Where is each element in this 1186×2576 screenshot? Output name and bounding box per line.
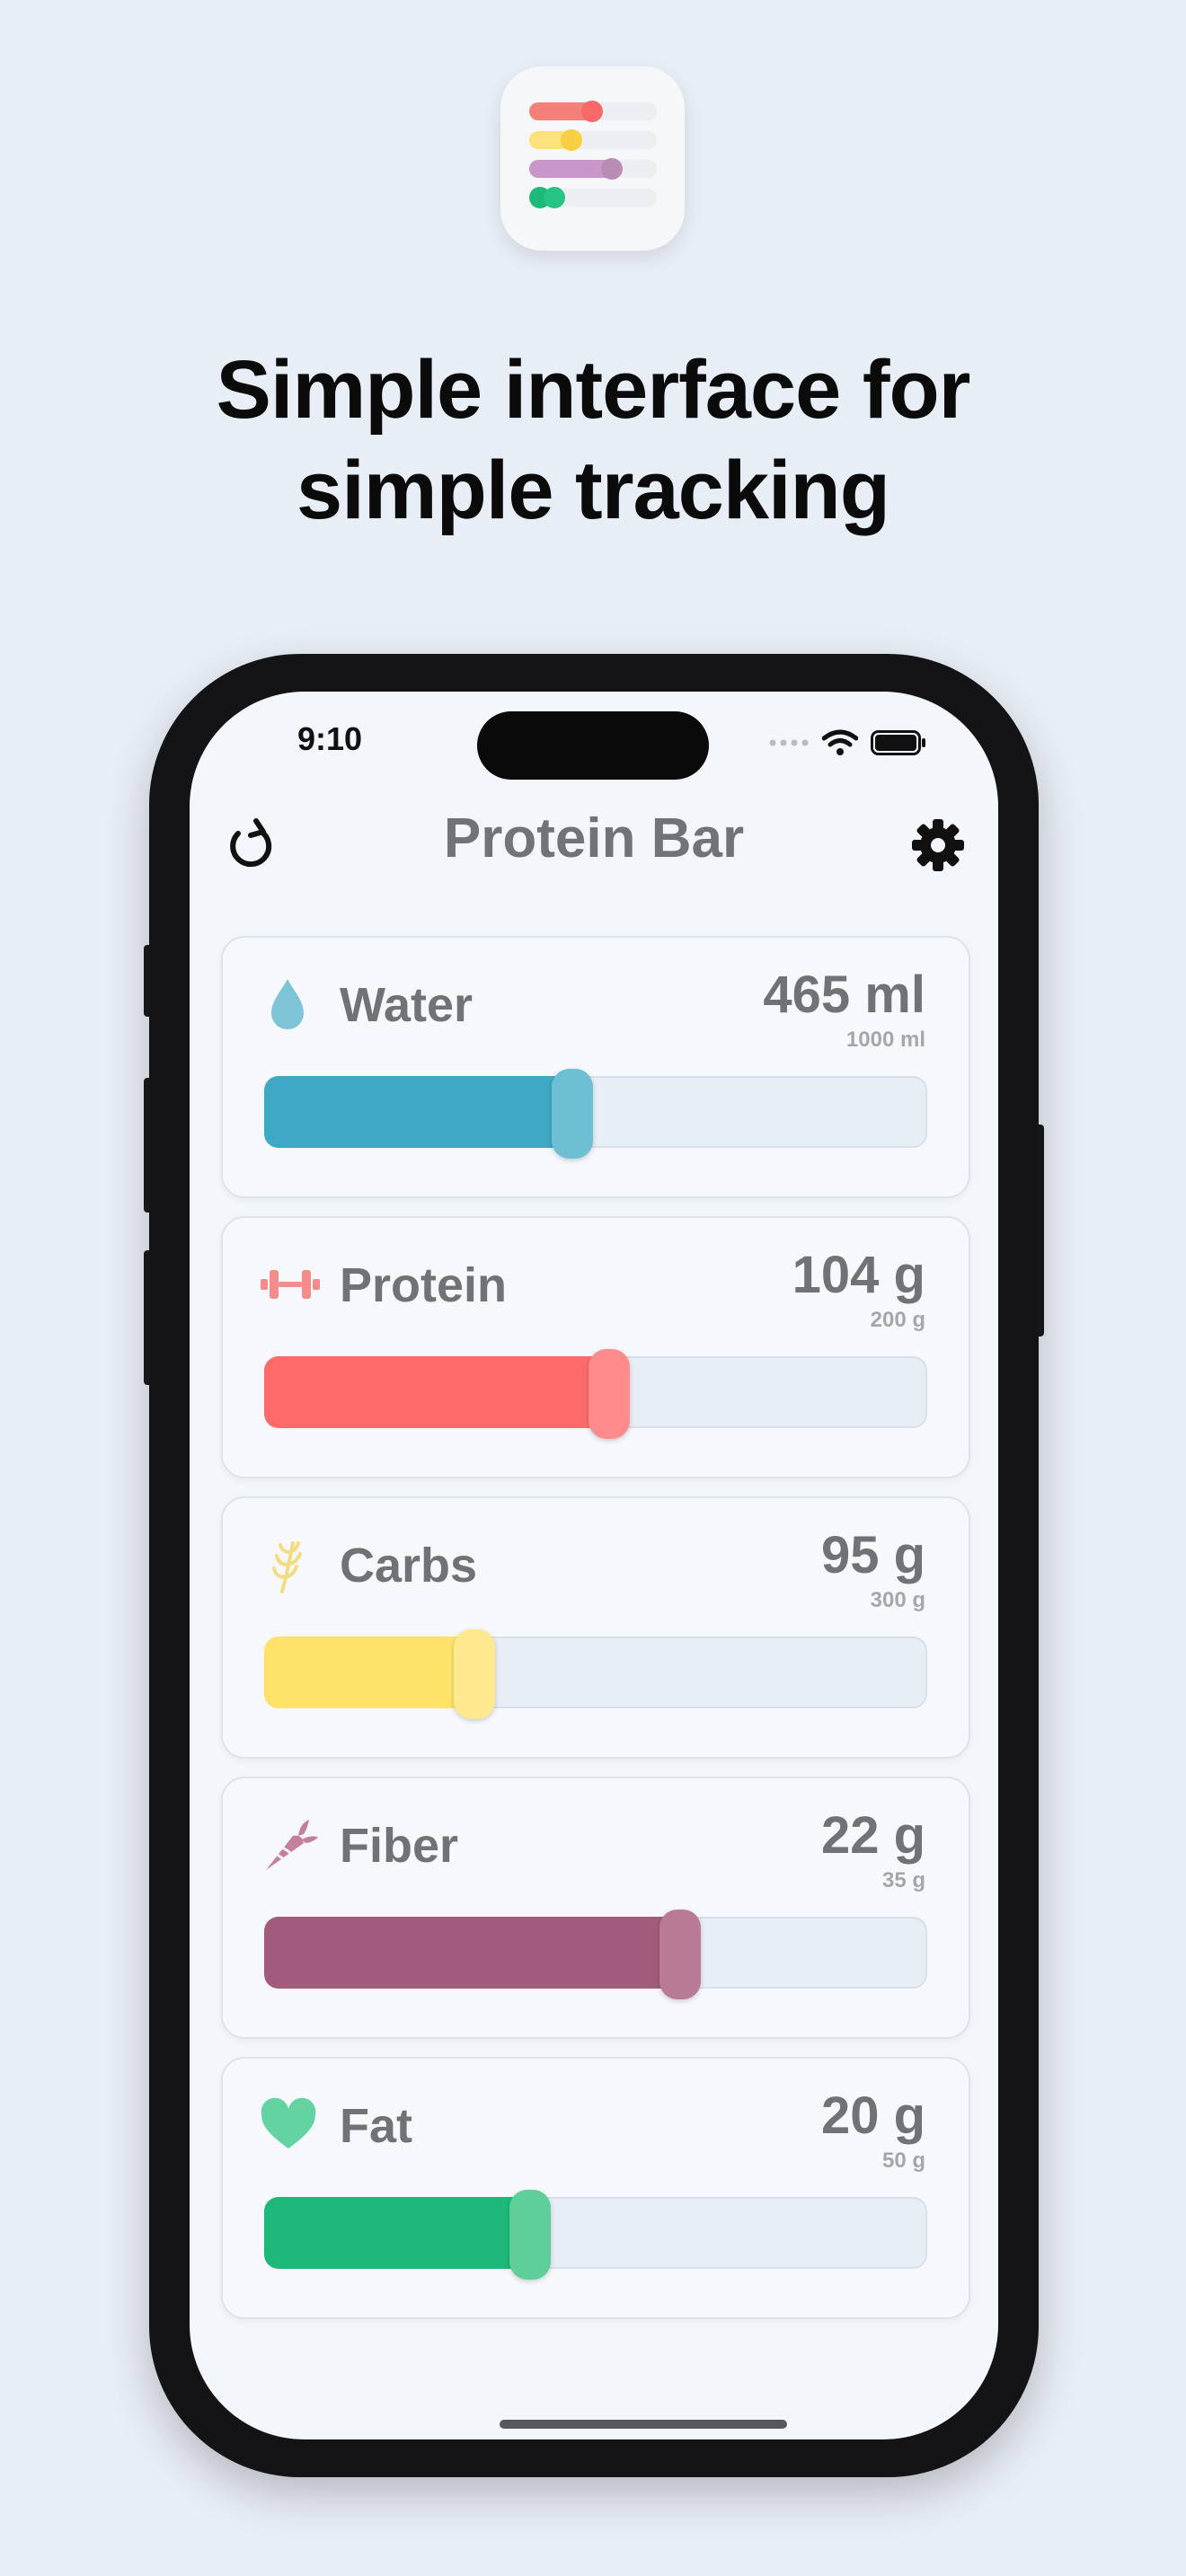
tracker-card-water: Water 465 ml 1000 ml <box>221 936 970 1198</box>
wheat-icon <box>272 1541 302 1593</box>
headline-line-2: simple tracking <box>296 445 890 536</box>
tracker-slider[interactable] <box>264 2190 927 2280</box>
tracker-card-fat: Fat 20 g 50 g <box>221 2057 970 2319</box>
tracker-card-protein: Protein 104 g 200 g <box>221 1216 970 1478</box>
slider-handle[interactable] <box>589 1349 630 1439</box>
tracker-label: Fat <box>340 2099 412 2153</box>
nav-bar: Protein Bar <box>190 799 998 889</box>
tracker-goal: 1000 ml <box>845 1028 925 1052</box>
tracker-value: 22 g <box>820 1806 925 1865</box>
headline: Simple interface for simple tracking <box>0 340 1186 541</box>
tracker-goal: 200 g <box>870 1308 925 1332</box>
tracker-label: Protein <box>340 1258 508 1312</box>
tracker-slider[interactable] <box>264 1910 927 1999</box>
slider-fill <box>264 1917 680 1989</box>
tracker-value: 104 g <box>792 1246 925 1304</box>
tracker-goal: 35 g <box>881 1868 925 1892</box>
wifi-icon <box>822 729 858 755</box>
gear-icon[interactable] <box>910 817 966 873</box>
tracker-slider[interactable] <box>264 1629 927 1719</box>
tracker-label: Fiber <box>340 1819 459 1873</box>
status-icons <box>768 729 926 756</box>
page-title: Protein Bar <box>443 807 745 869</box>
tracker-goal: 50 g <box>881 2148 925 2173</box>
phone-screen: 9:10 Protein Bar Water 465 ml 1000 ml Pr… <box>190 692 998 2439</box>
slider-handle[interactable] <box>509 2190 551 2280</box>
tracker-goal: 300 g <box>870 1588 925 1612</box>
dynamic-island <box>477 711 709 780</box>
status-time: 9:10 <box>297 720 363 757</box>
app-logo-icon <box>500 66 685 251</box>
tracker-value: 20 g <box>820 2086 925 2145</box>
water-drop-icon <box>271 979 304 1029</box>
slider-handle[interactable] <box>659 1910 701 1999</box>
slider-handle[interactable] <box>454 1629 495 1719</box>
tracker-slider[interactable] <box>264 1069 927 1159</box>
slider-handle[interactable] <box>552 1069 593 1159</box>
slider-fill <box>264 1636 474 1708</box>
dumbbell-icon <box>261 1270 320 1299</box>
tracker-slider[interactable] <box>264 1349 927 1439</box>
slider-fill <box>264 1356 609 1428</box>
tracker-card-carbs: Carbs 95 g 300 g <box>221 1496 970 1759</box>
tracker-label: Water <box>340 978 474 1032</box>
home-indicator[interactable] <box>500 2420 787 2429</box>
heart-icon <box>261 2097 316 2148</box>
tracker-label: Carbs <box>340 1539 478 1592</box>
tracker-value: 95 g <box>820 1526 925 1584</box>
phone-frame: 9:10 Protein Bar Water 465 ml 1000 ml Pr… <box>149 654 1039 2477</box>
slider-fill <box>264 1076 572 1148</box>
carrot-icon <box>266 1820 318 1870</box>
headline-line-1: Simple interface for <box>216 344 971 436</box>
tracker-value: 465 ml <box>763 966 925 1024</box>
battery-icon <box>871 730 925 755</box>
tracker-card-fiber: Fiber 22 g 35 g <box>221 1777 970 2039</box>
cellular-dots-icon <box>769 739 809 746</box>
slider-fill <box>264 2197 530 2269</box>
